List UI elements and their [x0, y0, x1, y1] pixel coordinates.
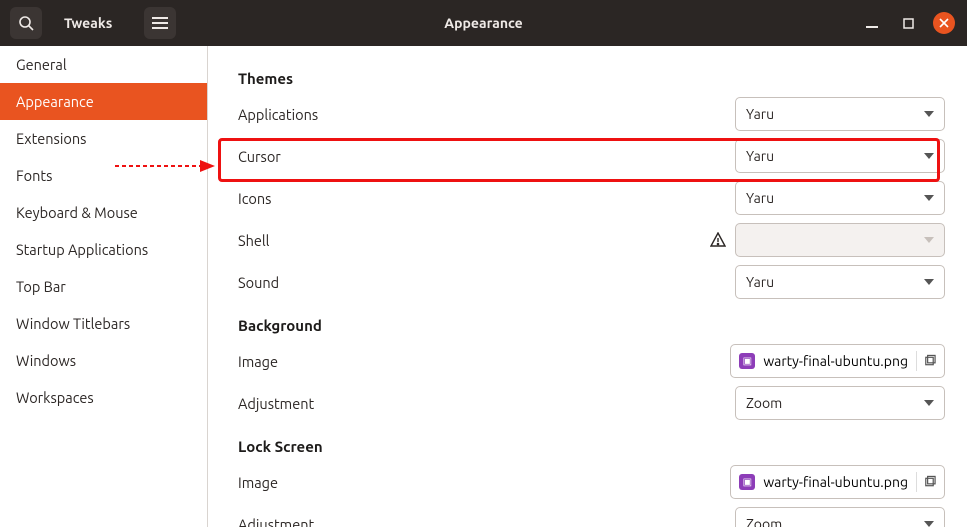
label-applications: Applications [238, 106, 318, 123]
open-file-icon [916, 351, 936, 371]
combo-value: Yaru [746, 190, 774, 206]
combo-sound[interactable]: Yaru [735, 265, 945, 299]
chevron-down-icon [924, 111, 934, 117]
chevron-down-icon [924, 153, 934, 159]
file-chooser-lock-image[interactable]: ▣ warty-final-ubuntu.png [730, 465, 945, 499]
label-cursor: Cursor [238, 148, 281, 165]
chevron-down-icon [924, 400, 934, 406]
combo-value: Zoom [746, 516, 782, 527]
combo-bg-adjustment[interactable]: Zoom [735, 386, 945, 420]
warning-icon [709, 231, 727, 249]
image-type-icon: ▣ [739, 353, 755, 369]
search-button[interactable] [10, 7, 42, 39]
label-bg-adjustment: Adjustment [238, 395, 314, 412]
combo-applications[interactable]: Yaru [735, 97, 945, 131]
combo-icons[interactable]: Yaru [735, 181, 945, 215]
close-button[interactable] [933, 12, 955, 34]
sidebar-item-workspaces[interactable]: Workspaces [0, 379, 207, 416]
search-icon [18, 15, 34, 31]
sidebar-item-fonts[interactable]: Fonts [0, 157, 207, 194]
hamburger-icon [152, 17, 168, 29]
section-title-themes: Themes [238, 70, 945, 87]
combo-value: Yaru [746, 148, 774, 164]
sidebar-item-label: Startup Applications [16, 241, 148, 258]
row-lock-adjustment: Adjustment Zoom [238, 503, 945, 527]
row-cursor: Cursor Yaru [238, 135, 945, 177]
sidebar-item-top-bar[interactable]: Top Bar [0, 268, 207, 305]
sidebar-item-label: Keyboard & Mouse [16, 204, 138, 221]
label-bg-image: Image [238, 353, 278, 370]
label-shell: Shell [238, 232, 269, 249]
sidebar-item-window-titlebars[interactable]: Window Titlebars [0, 305, 207, 342]
combo-value: Zoom [746, 395, 782, 411]
sidebar-item-extensions[interactable]: Extensions [0, 120, 207, 157]
headerbar: Tweaks Appearance [0, 0, 967, 46]
sidebar: General Appearance Extensions Fonts Keyb… [0, 46, 208, 527]
row-lock-image: Image ▣ warty-final-ubuntu.png [238, 461, 945, 503]
row-applications: Applications Yaru [238, 93, 945, 135]
section-title-background: Background [238, 317, 945, 334]
chevron-down-icon [924, 195, 934, 201]
sidebar-item-label: Extensions [16, 130, 86, 147]
chevron-down-icon [924, 237, 934, 243]
label-icons: Icons [238, 190, 271, 207]
sidebar-item-label: Top Bar [16, 278, 66, 295]
sidebar-item-startup-applications[interactable]: Startup Applications [0, 231, 207, 268]
app-body: General Appearance Extensions Fonts Keyb… [0, 46, 967, 527]
sidebar-item-label: Fonts [16, 167, 52, 184]
sidebar-item-label: Workspaces [16, 389, 94, 406]
combo-lock-adjustment[interactable]: Zoom [735, 507, 945, 527]
chevron-down-icon [924, 521, 934, 527]
window-controls [861, 12, 967, 34]
sidebar-item-keyboard-mouse[interactable]: Keyboard & Mouse [0, 194, 207, 231]
label-lock-adjustment: Adjustment [238, 516, 314, 527]
close-icon [939, 18, 949, 28]
menu-button[interactable] [144, 7, 176, 39]
row-bg-adjustment: Adjustment Zoom [238, 382, 945, 424]
content-panel: Themes Applications Yaru Cursor Yaru Ico… [208, 46, 967, 527]
minimize-icon [866, 17, 878, 29]
row-sound: Sound Yaru [238, 261, 945, 303]
combo-cursor[interactable]: Yaru [735, 139, 945, 173]
combo-value: Yaru [746, 274, 774, 290]
file-name: warty-final-ubuntu.png [763, 474, 908, 490]
label-lock-image: Image [238, 474, 278, 491]
row-shell: Shell [238, 219, 945, 261]
section-title-lockscreen: Lock Screen [238, 438, 945, 455]
sidebar-item-label: Window Titlebars [16, 315, 130, 332]
combo-shell [735, 223, 945, 257]
sidebar-item-label: General [16, 56, 67, 73]
file-name: warty-final-ubuntu.png [763, 353, 908, 369]
sidebar-item-windows[interactable]: Windows [0, 342, 207, 379]
image-type-icon: ▣ [739, 474, 755, 490]
label-sound: Sound [238, 274, 279, 291]
maximize-icon [903, 18, 914, 29]
open-file-icon [916, 472, 936, 492]
combo-value: Yaru [746, 106, 774, 122]
sidebar-item-label: Appearance [16, 93, 94, 110]
row-icons: Icons Yaru [238, 177, 945, 219]
minimize-button[interactable] [861, 12, 883, 34]
file-chooser-bg-image[interactable]: ▣ warty-final-ubuntu.png [730, 344, 945, 378]
row-bg-image: Image ▣ warty-final-ubuntu.png [238, 340, 945, 382]
chevron-down-icon [924, 279, 934, 285]
app-name: Tweaks [64, 15, 112, 31]
maximize-button[interactable] [897, 12, 919, 34]
sidebar-item-general[interactable]: General [0, 46, 207, 83]
headerbar-left: Tweaks [0, 7, 176, 39]
sidebar-item-appearance[interactable]: Appearance [0, 83, 207, 120]
sidebar-item-label: Windows [16, 352, 76, 369]
